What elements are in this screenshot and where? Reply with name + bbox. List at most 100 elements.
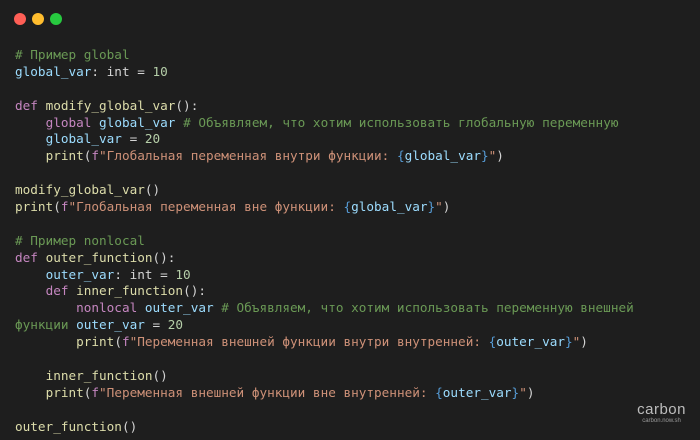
code-token-comment: функции bbox=[15, 317, 77, 333]
code-line: nonlocal outer_var # Объявляем, что хоти… bbox=[15, 300, 634, 317]
code-token-str: " bbox=[435, 199, 443, 215]
code-token-kw: def bbox=[15, 97, 46, 113]
code-token-num: 10 bbox=[175, 266, 191, 282]
code-token-fn: print bbox=[15, 199, 54, 215]
window-controls bbox=[14, 13, 62, 25]
code-token-plain: = bbox=[121, 131, 145, 147]
code-line: print(f"Глобальная переменная внутри фун… bbox=[15, 148, 634, 165]
code-token-num: 10 bbox=[152, 63, 168, 79]
code-token-fn: inner_function bbox=[76, 283, 184, 299]
code-token-plain: ( bbox=[53, 199, 61, 215]
code-token-fn: print bbox=[45, 384, 84, 400]
code-line: modify_global_var() bbox=[15, 182, 634, 199]
code-line: inner_function() bbox=[15, 368, 634, 385]
code-token-plain: ) bbox=[442, 199, 451, 215]
code-token-kw: global bbox=[45, 114, 100, 130]
code-token-str: "Переменная внешней функции вне внутренн… bbox=[99, 384, 436, 400]
code-token-fn: inner_function bbox=[45, 367, 153, 383]
code-token-plain: ) bbox=[580, 334, 588, 350]
watermark-title: carbon bbox=[637, 401, 686, 418]
code-token-str: "Глобальная переменная внутри функции: bbox=[99, 148, 397, 164]
code-line: outer_function() bbox=[15, 419, 634, 436]
code-token-kw: nonlocal bbox=[76, 300, 145, 316]
code-token-str: " bbox=[519, 384, 527, 400]
code-editor: # Пример global global_var: int = 10 def m… bbox=[15, 47, 634, 435]
code-token-plain: () bbox=[121, 418, 138, 434]
code-token-plain: ) bbox=[526, 384, 535, 400]
code-token-var: global_var bbox=[15, 63, 92, 79]
watermark-url: carbon.now.sh bbox=[642, 418, 681, 424]
code-token-brace: } bbox=[427, 199, 436, 215]
code-token-var: global_var bbox=[404, 148, 481, 164]
code-token-comment: # Объявляем, что хотим использовать пере… bbox=[221, 300, 634, 316]
code-token-plain: ) bbox=[496, 148, 504, 164]
code-line: global_var: int = 10 bbox=[15, 64, 634, 81]
code-token-comment: # Пример nonlocal bbox=[15, 232, 145, 248]
maximize-button[interactable] bbox=[50, 13, 62, 25]
code-line: def modify_global_var(): bbox=[15, 98, 634, 115]
code-line: def inner_function(): bbox=[15, 283, 634, 300]
code-token-var: global_var bbox=[99, 114, 184, 130]
code-token-fn: modify_global_var bbox=[15, 182, 145, 198]
code-token-plain: : int = bbox=[91, 63, 153, 79]
code-token-plain: () bbox=[152, 367, 168, 383]
code-token-plain: (): bbox=[175, 97, 199, 113]
code-token-var: outer_var bbox=[144, 300, 222, 316]
code-token-fn: print bbox=[45, 148, 84, 164]
code-line: функции outer_var = 20 bbox=[15, 317, 634, 334]
code-line: # Пример nonlocal bbox=[15, 233, 634, 250]
code-token-var: outer_var bbox=[76, 317, 145, 333]
code-token-kw: def bbox=[15, 249, 46, 265]
code-token-brace: } bbox=[565, 334, 573, 350]
code-token-comment: # Объявляем, что хотим использовать глоб… bbox=[183, 114, 619, 130]
code-line: global global_var # Объявляем, что хотим… bbox=[15, 115, 634, 132]
code-token-brace: { bbox=[435, 384, 443, 400]
code-token-plain: () bbox=[144, 182, 161, 198]
code-line: outer_var: int = 10 bbox=[15, 267, 634, 284]
code-token-plain: (): bbox=[152, 249, 176, 265]
code-token-fn: outer_function bbox=[15, 418, 122, 434]
minimize-button[interactable] bbox=[32, 13, 44, 25]
code-token-brace: { bbox=[396, 148, 405, 164]
code-token-fn: outer_function bbox=[45, 249, 153, 265]
code-token-kw: def bbox=[45, 283, 77, 299]
code-token-brace: } bbox=[480, 148, 489, 164]
code-token-brace: { bbox=[343, 199, 352, 215]
code-line: # Пример global bbox=[15, 47, 634, 64]
code-token-var: global_var bbox=[45, 131, 122, 147]
code-token-plain: (): bbox=[183, 283, 206, 299]
code-token-plain: : int = bbox=[114, 266, 176, 282]
code-line: global_var = 20 bbox=[15, 131, 634, 148]
code-token-kw: f bbox=[91, 148, 100, 164]
code-token-var: global_var bbox=[351, 199, 428, 215]
code-token-kw: f bbox=[91, 384, 100, 400]
code-token-kw: f bbox=[121, 334, 130, 350]
code-line: print(f"Переменная внешней функции вне в… bbox=[15, 385, 634, 402]
close-button[interactable] bbox=[14, 13, 26, 25]
code-token-var: outer_var bbox=[442, 384, 512, 400]
carbon-watermark: carbon carbon.now.sh bbox=[637, 401, 686, 425]
code-token-plain: = bbox=[144, 317, 168, 333]
code-line: print(f"Переменная внешней функции внутр… bbox=[15, 334, 634, 351]
code-token-str: "Глобальная переменная вне функции: bbox=[68, 199, 344, 215]
code-token-fn: print bbox=[76, 334, 115, 350]
code-token-num: 20 bbox=[144, 131, 161, 147]
code-token-comment: # Пример global bbox=[15, 47, 130, 62]
code-token-plain: ( bbox=[114, 334, 122, 350]
code-line: def outer_function(): bbox=[15, 250, 634, 267]
code-token-fn: modify_global_var bbox=[45, 97, 176, 113]
